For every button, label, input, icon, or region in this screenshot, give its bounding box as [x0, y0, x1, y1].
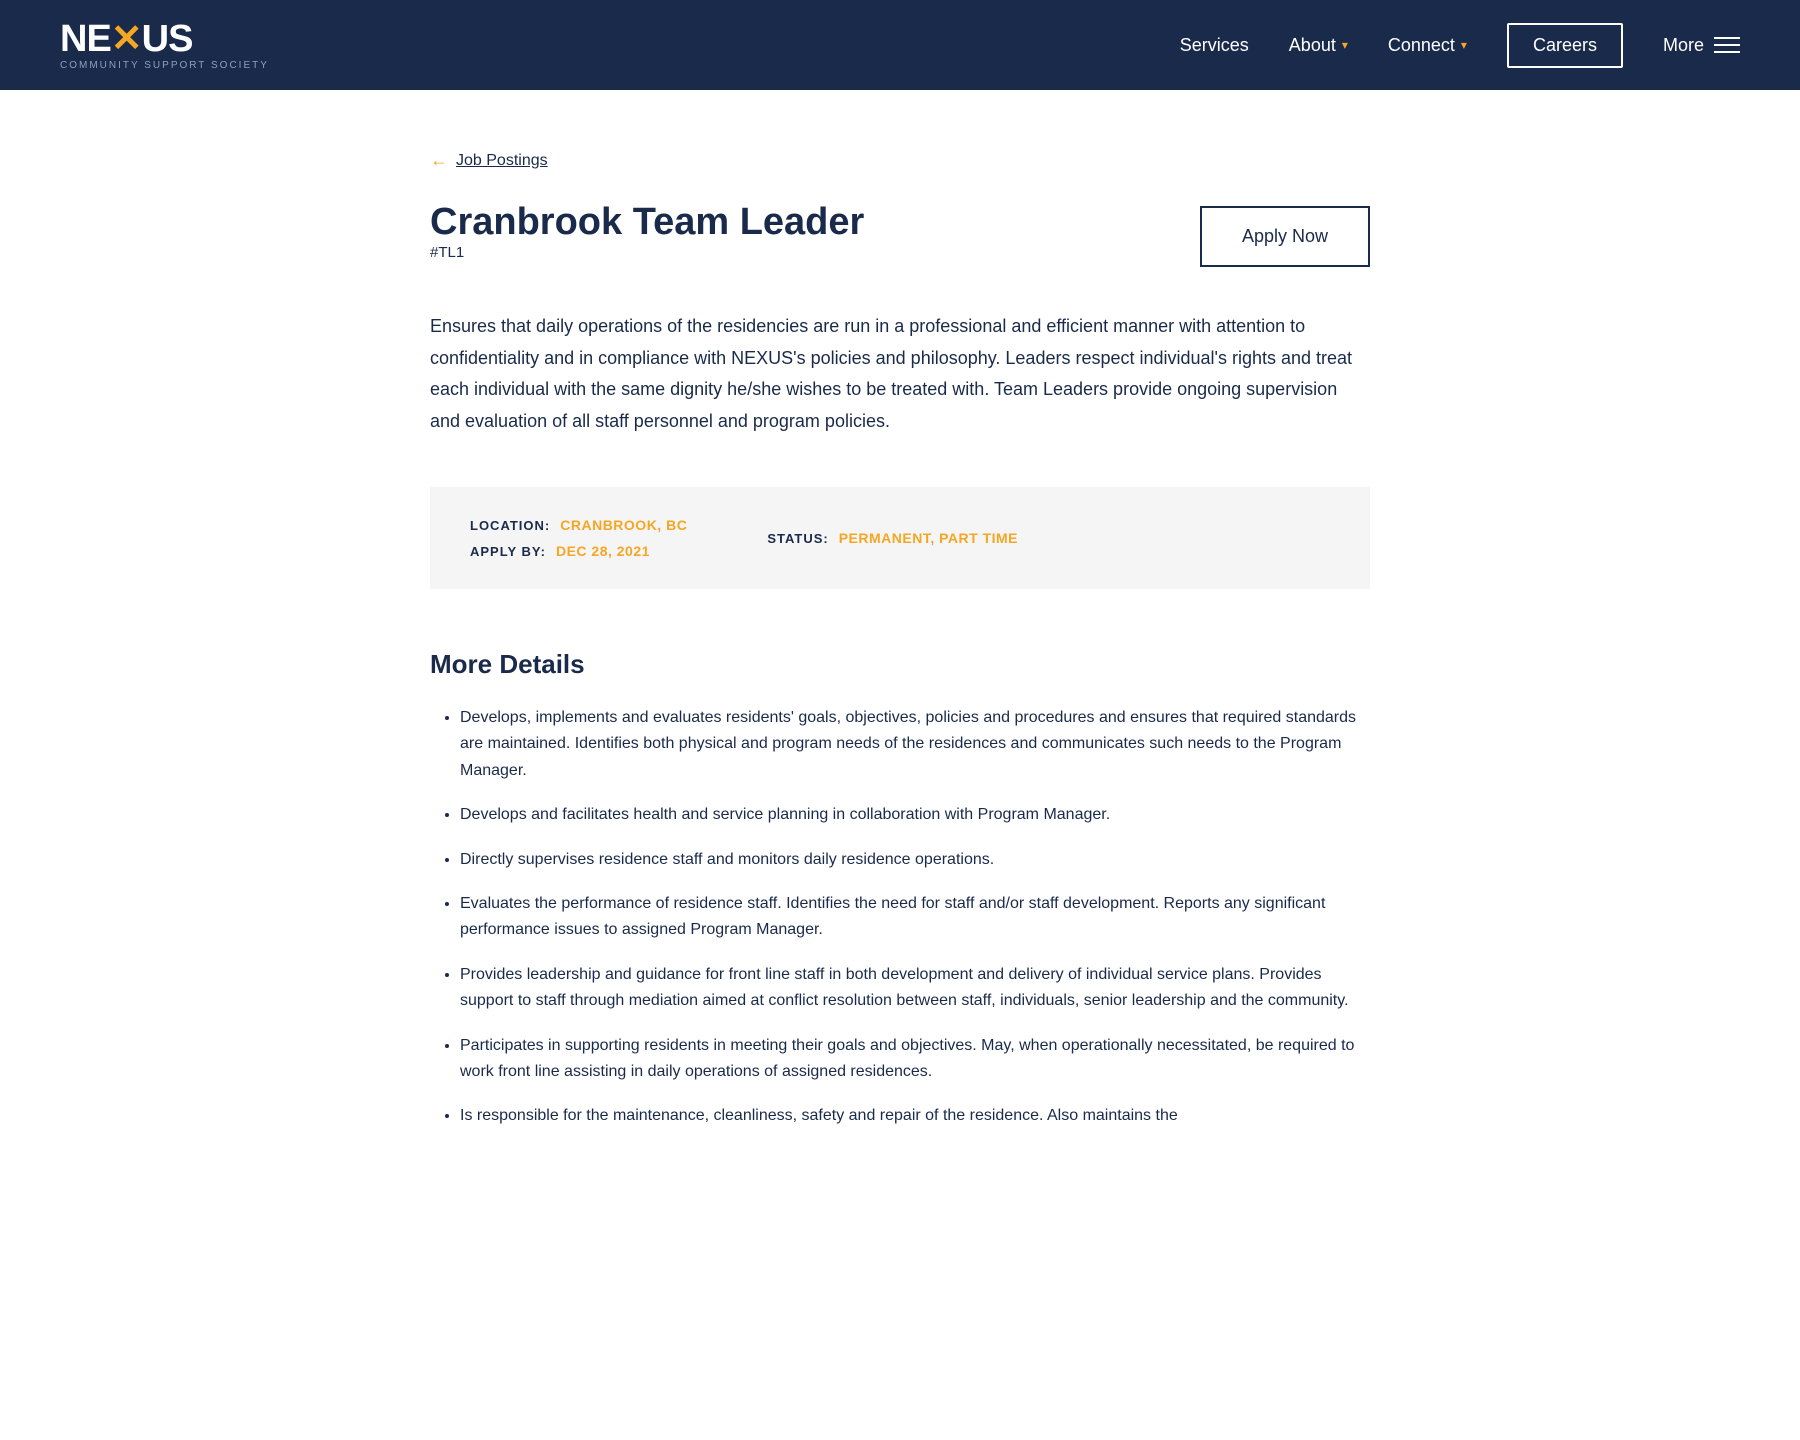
- status-row: STATUS: PERMANENT, PART TIME: [767, 517, 1018, 559]
- job-meta: LOCATION: CRANBROOK, BC APPLY BY: DEC 28…: [430, 487, 1370, 589]
- logo-subtitle: COMMUNITY SUPPORT SOCIETY: [60, 60, 269, 71]
- main-nav: Services About ▾ Connect ▾ Careers More: [1180, 23, 1740, 68]
- main-content: ← Job Postings Cranbrook Team Leader #TL…: [400, 90, 1400, 1190]
- breadcrumb: ← Job Postings: [430, 150, 1370, 171]
- list-item: Evaluates the performance of residence s…: [460, 891, 1370, 944]
- status-label: STATUS:: [767, 531, 828, 546]
- about-chevron-icon: ▾: [1342, 38, 1348, 52]
- hamburger-icon: [1714, 37, 1740, 53]
- meta-left: LOCATION: CRANBROOK, BC APPLY BY: DEC 28…: [470, 517, 687, 559]
- list-item: Provides leadership and guidance for fro…: [460, 962, 1370, 1015]
- list-item: Is responsible for the maintenance, clea…: [460, 1103, 1370, 1129]
- job-header: Cranbrook Team Leader #TL1 Apply Now: [430, 201, 1370, 301]
- site-header: NE✕US COMMUNITY SUPPORT SOCIETY Services…: [0, 0, 1800, 90]
- location-row: LOCATION: CRANBROOK, BC: [470, 517, 687, 533]
- apply-now-button[interactable]: Apply Now: [1200, 206, 1370, 267]
- job-title: Cranbrook Team Leader: [430, 201, 864, 244]
- location-value: CRANBROOK, BC: [560, 517, 687, 533]
- job-id: #TL1: [430, 244, 864, 261]
- logo-text: NE✕US: [60, 20, 269, 58]
- list-item: Develops, implements and evaluates resid…: [460, 705, 1370, 784]
- logo[interactable]: NE✕US COMMUNITY SUPPORT SOCIETY: [60, 20, 269, 71]
- nav-services[interactable]: Services: [1180, 35, 1249, 56]
- list-item: Directly supervises residence staff and …: [460, 847, 1370, 873]
- more-details-section: More Details Develops, implements and ev…: [430, 649, 1370, 1130]
- apply-by-label: APPLY BY:: [470, 544, 546, 559]
- status-value: PERMANENT, PART TIME: [839, 530, 1018, 546]
- nav-about[interactable]: About ▾: [1289, 35, 1348, 56]
- back-arrow-icon: ←: [430, 150, 448, 171]
- apply-by-value: DEC 28, 2021: [556, 543, 650, 559]
- connect-chevron-icon: ▾: [1461, 38, 1467, 52]
- breadcrumb-link[interactable]: Job Postings: [456, 152, 548, 170]
- nav-careers[interactable]: Careers: [1507, 23, 1623, 68]
- list-item: Participates in supporting residents in …: [460, 1033, 1370, 1086]
- apply-by-row: APPLY BY: DEC 28, 2021: [470, 543, 687, 559]
- details-list: Develops, implements and evaluates resid…: [430, 705, 1370, 1130]
- nav-more[interactable]: More: [1663, 35, 1740, 56]
- list-item: Develops and facilitates health and serv…: [460, 802, 1370, 828]
- location-label: LOCATION:: [470, 518, 550, 533]
- more-details-title: More Details: [430, 649, 1370, 680]
- job-description: Ensures that daily operations of the res…: [430, 311, 1370, 437]
- nav-connect[interactable]: Connect ▾: [1388, 35, 1467, 56]
